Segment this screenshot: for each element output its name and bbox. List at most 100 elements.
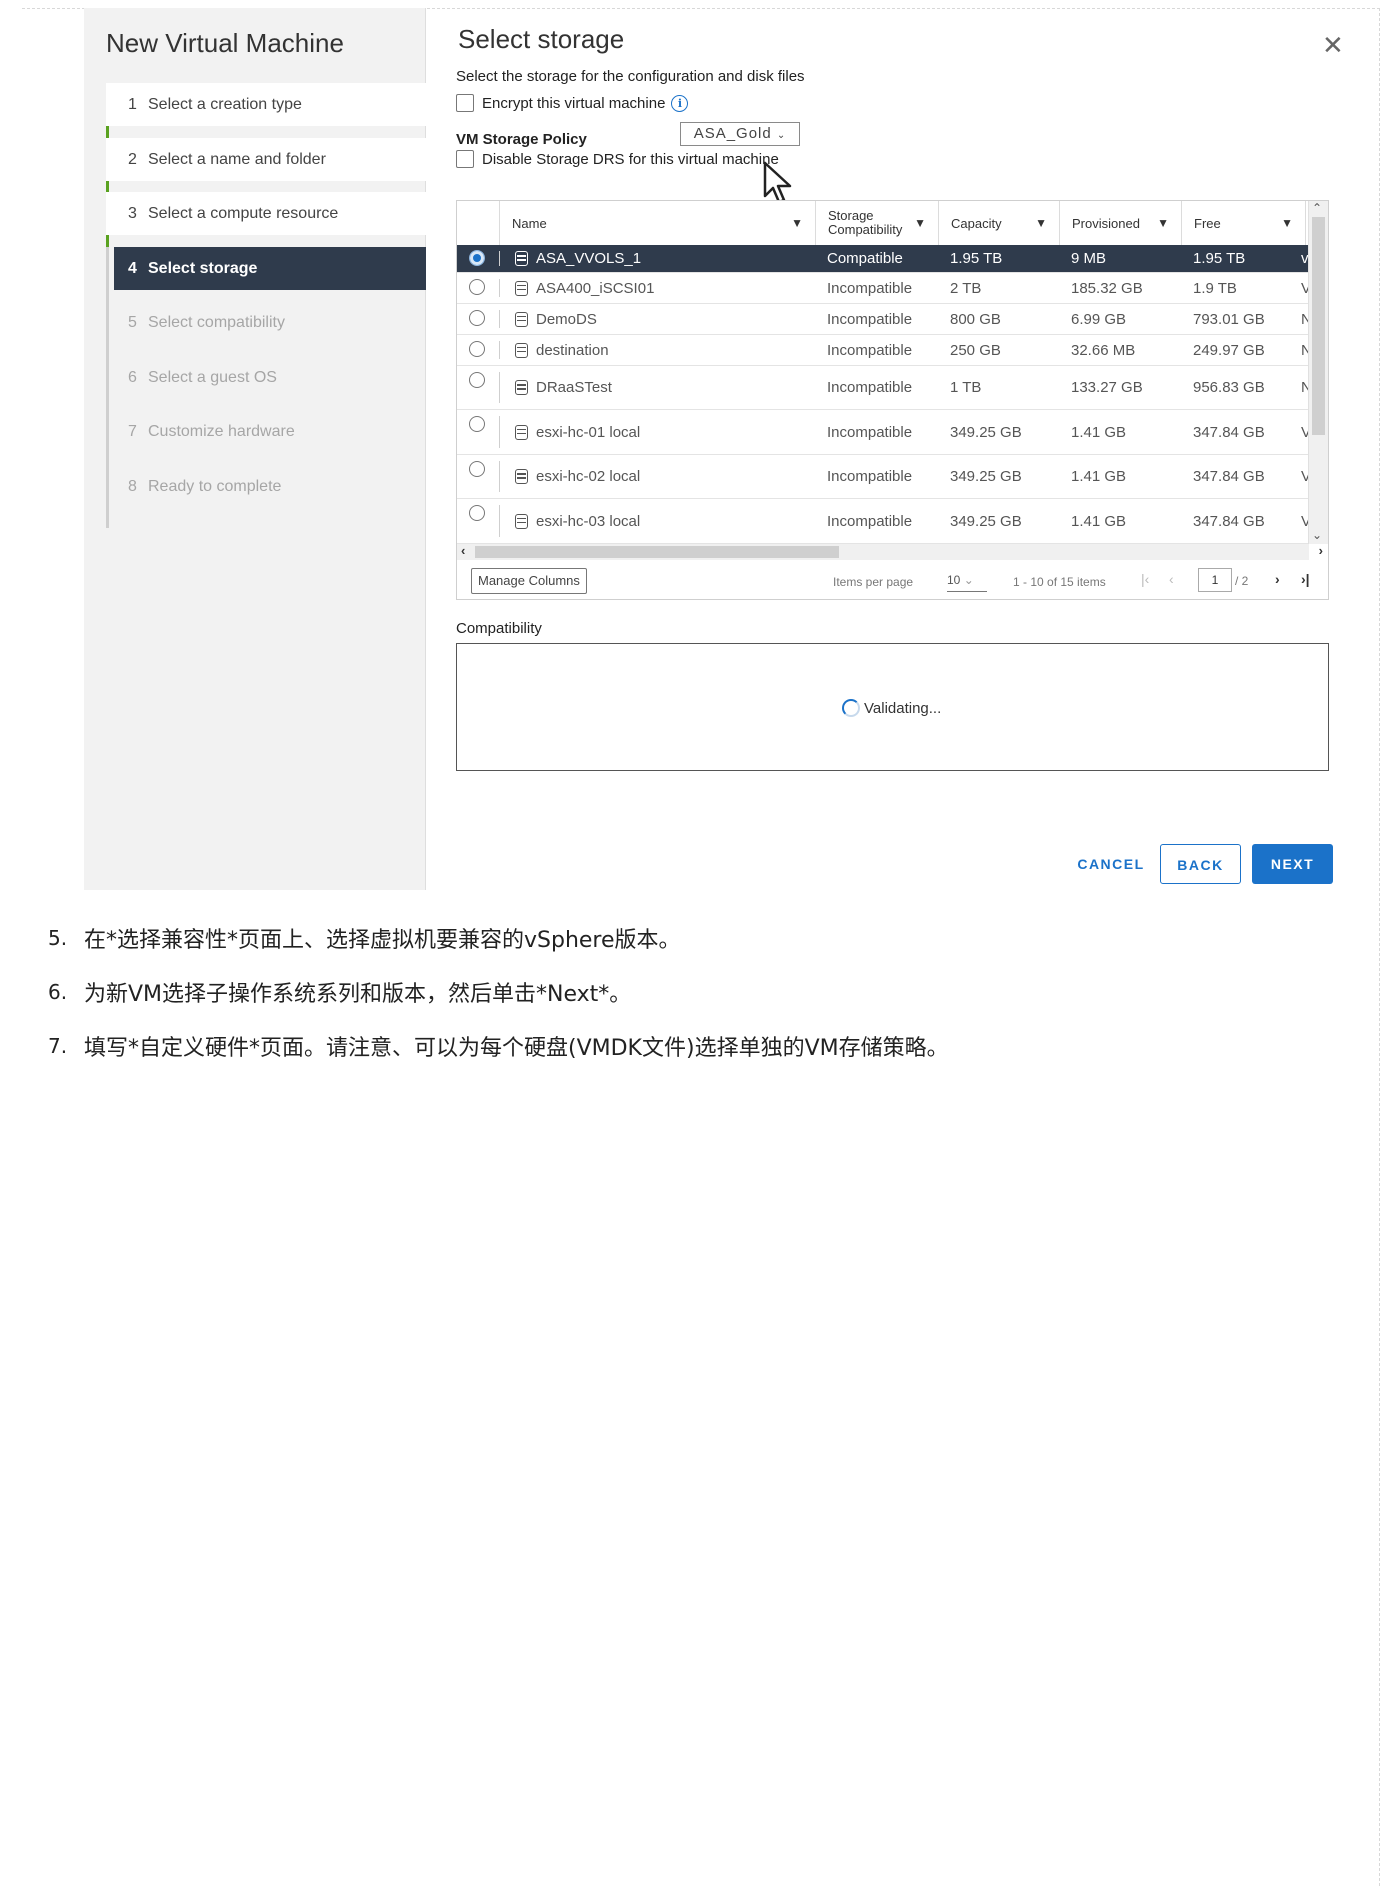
chevron-down-icon: ⌄ — [963, 573, 974, 587]
disable-drs-row: Disable Storage DRS for this virtual mac… — [456, 150, 779, 168]
last-page-icon[interactable]: ›| — [1301, 571, 1310, 587]
filter-icon[interactable]: ▼ — [1035, 216, 1047, 230]
datastore-icon — [515, 469, 528, 484]
row-radio[interactable] — [469, 505, 485, 521]
datastore-grid: Name ▼ Storage Compatibility ▼ Capacity ▼… — [456, 200, 1329, 600]
table-row[interactable]: esxi-hc-02 local Incompatible 349.25 GB … — [457, 455, 1309, 499]
cell-compatibility: Incompatible — [827, 468, 913, 485]
items-per-page-label: Items per page — [833, 575, 914, 589]
wizard-step-5: 5 Select compatibility — [106, 301, 426, 344]
datastore-name: DRaaSTest — [536, 379, 612, 396]
encrypt-row: Encrypt this virtual machine i — [456, 94, 689, 112]
row-radio[interactable] — [469, 341, 485, 357]
close-icon[interactable]: ✕ — [1322, 32, 1344, 58]
cell-compatibility: Incompatible — [827, 341, 913, 359]
row-divider — [499, 251, 500, 266]
instruction-text: 为新VM选择子操作系统系列和版本，然后单击*Next*。 — [84, 982, 632, 1007]
cell-free: 956.83 GB — [1193, 379, 1265, 396]
scroll-up-icon[interactable]: ⌃ — [1312, 201, 1322, 215]
row-radio[interactable] — [469, 250, 485, 266]
horizontal-scroll-thumb[interactable] — [475, 546, 839, 558]
filter-icon[interactable]: ▼ — [914, 216, 926, 230]
column-header-capacity[interactable]: Capacity ▼ — [938, 201, 1059, 245]
datastore-name: ASA400_iSCSI01 — [536, 279, 655, 297]
cell-provisioned: 9 MB — [1071, 250, 1107, 267]
next-page-icon[interactable]: › — [1275, 571, 1280, 587]
column-title-line: Compatibility — [828, 222, 903, 237]
back-button[interactable]: BACK — [1160, 844, 1241, 884]
cancel-button[interactable]: CANCEL — [1066, 844, 1156, 884]
vertical-scrollbar[interactable]: ⌃ ⌄ — [1308, 201, 1328, 544]
page-number-input[interactable]: 1 — [1198, 568, 1232, 592]
cell-name: ASA400_iSCSI01 — [515, 273, 815, 303]
encrypt-checkbox[interactable] — [456, 94, 474, 112]
cell-capacity: 349.25 GB — [950, 423, 1022, 441]
row-radio[interactable] — [469, 310, 485, 326]
cell-capacity: 250 GB — [950, 341, 1001, 359]
filter-icon[interactable]: ▼ — [1281, 216, 1293, 230]
column-title-line: Storage — [828, 208, 874, 223]
prev-page-icon[interactable]: ‹ — [1169, 571, 1174, 587]
step-label: Select compatibility — [148, 314, 285, 331]
instruction-number: 6. — [48, 980, 68, 1004]
cell-provisioned: 1.41 GB — [1071, 512, 1127, 530]
scroll-down-icon[interactable]: ⌄ — [1312, 528, 1322, 542]
cell-capacity: 1 TB — [950, 379, 982, 396]
storage-policy-select[interactable]: ASA_Gold ⌄ — [680, 122, 800, 146]
wizard-step-4[interactable]: 4 Select storage — [114, 246, 426, 290]
instruction-text: 填写*自定义硬件*页面。请注意、可以为每个硬盘(VMDK文件)选择单独的VM存储… — [84, 1036, 949, 1061]
cell-free: 1.95 TB — [1193, 250, 1246, 267]
filter-icon[interactable]: ▼ — [791, 216, 803, 230]
manage-columns-button[interactable]: Manage Columns — [471, 568, 587, 594]
table-row[interactable]: ASA_VVOLS_1 Compatible 1.95 TB 9 MB 1.95… — [457, 245, 1309, 273]
table-row[interactable]: ASA400_iSCSI01 Incompatible 2 TB 185.32 … — [457, 273, 1309, 304]
info-icon[interactable]: i — [671, 94, 689, 112]
validating-text: Validating... — [864, 699, 942, 717]
vertical-scroll-thumb[interactable] — [1312, 217, 1325, 435]
table-row[interactable]: destination Incompatible 250 GB 32.66 MB… — [457, 335, 1309, 366]
step-label: Customize hardware — [148, 423, 295, 440]
step-number: 6 — [128, 368, 137, 386]
row-radio[interactable] — [469, 279, 485, 295]
column-header-compatibility[interactable]: Storage Compatibility ▼ — [815, 201, 938, 245]
row-radio[interactable] — [469, 461, 485, 477]
scroll-right-icon[interactable]: › — [1319, 543, 1323, 558]
table-row[interactable]: esxi-hc-03 local Incompatible 349.25 GB … — [457, 499, 1309, 544]
table-row[interactable]: DemoDS Incompatible 800 GB 6.99 GB 793.0… — [457, 304, 1309, 335]
horizontal-scrollbar[interactable]: ‹ › — [457, 543, 1323, 560]
items-per-page-select[interactable]: 10 ⌄ — [947, 573, 987, 592]
datastore-icon — [515, 513, 528, 529]
grid-footer: Manage Columns Items per page 10 ⌄ 1 - 1… — [457, 560, 1328, 599]
datastore-icon — [515, 311, 528, 327]
wizard-step-3[interactable]: 3 Select a compute resource — [106, 192, 426, 235]
column-title: Capacity — [951, 215, 1002, 231]
wizard-nav: New Virtual Machine 1 Select a creation t… — [84, 8, 426, 890]
column-header-provisioned[interactable]: Provisioned ▼ — [1059, 201, 1181, 245]
datastore-icon — [515, 424, 528, 440]
datastore-icon — [515, 251, 528, 266]
table-row[interactable]: DRaaSTest Incompatible 1 TB 133.27 GB 95… — [457, 366, 1309, 410]
cell-free: 1.9 TB — [1193, 279, 1237, 297]
first-page-icon[interactable]: |‹ — [1141, 571, 1149, 587]
row-radio[interactable] — [469, 372, 485, 388]
row-radio[interactable] — [469, 416, 485, 432]
compatibility-label: Compatibility — [456, 620, 542, 637]
column-header-free[interactable]: Free ▼ — [1181, 201, 1305, 245]
cell-compatibility: Incompatible — [827, 279, 913, 297]
wizard-step-6: 6 Select a guest OS — [106, 356, 426, 399]
cell-name: ASA_VVOLS_1 — [515, 245, 815, 272]
wizard-step-1[interactable]: 1 Select a creation type — [106, 83, 426, 126]
cell-compatibility: Incompatible — [827, 379, 913, 396]
wizard-step-7: 7 Customize hardware — [106, 410, 426, 453]
scroll-left-icon[interactable]: ‹ — [461, 543, 465, 558]
step-number: 1 — [128, 96, 137, 113]
wizard-step-2[interactable]: 2 Select a name and folder — [106, 137, 426, 181]
cell-capacity: 2 TB — [950, 279, 982, 297]
filter-icon[interactable]: ▼ — [1157, 216, 1169, 230]
column-header-name[interactable]: Name ▼ — [499, 201, 815, 245]
table-row[interactable]: esxi-hc-01 local Incompatible 349.25 GB … — [457, 410, 1309, 455]
disable-drs-checkbox[interactable] — [456, 150, 474, 168]
row-divider — [499, 279, 500, 297]
next-button[interactable]: NEXT — [1252, 844, 1333, 884]
wizard-title: New Virtual Machine — [106, 28, 344, 58]
